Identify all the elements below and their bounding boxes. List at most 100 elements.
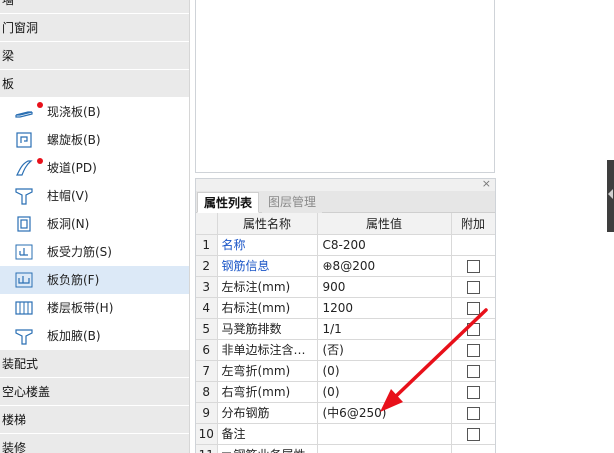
slab-rebar-icon <box>15 244 33 260</box>
tab-properties[interactable]: 属性列表 <box>197 192 260 213</box>
tree-item-column-cap[interactable]: 柱帽(V) <box>0 182 189 210</box>
slab-haunch-icon <box>15 329 33 345</box>
category-hollow-slab[interactable]: 空心楼盖 <box>0 378 189 406</box>
row-index: 10 <box>196 423 218 445</box>
property-rows: 1 名称 C8-200 2 钢筋信息 ⊕8@200 3 左标注(mm) 900 4 右标注(mm) 1… <box>196 234 495 453</box>
row-index: 8 <box>196 381 218 403</box>
category-beam[interactable]: 梁 <box>0 42 189 70</box>
table-row[interactable]: 6 非单边标注含… (否) <box>196 339 495 361</box>
property-panel: × 属性列表 图层管理 属性名称 属性值 附加 1 名称 C8-200 2 钢筋信息 ⊕8… <box>195 178 496 453</box>
table-row[interactable]: 7 左弯折(mm) (0) <box>196 360 495 382</box>
extra-cell <box>451 339 495 361</box>
category-prefab[interactable]: 装配式 <box>0 350 189 378</box>
tab-layers[interactable]: 图层管理 <box>262 192 323 213</box>
table-row[interactable]: 1 名称 C8-200 <box>196 234 495 256</box>
table-row[interactable]: 2 钢筋信息 ⊕8@200 <box>196 255 495 277</box>
table-row[interactable]: 8 右弯折(mm) (0) <box>196 381 495 403</box>
append-checkbox[interactable] <box>466 364 480 378</box>
tree-item-ramp[interactable]: 坡道(PD) <box>0 154 189 182</box>
property-name: 分布钢筋 <box>217 402 318 424</box>
cast-slab-icon <box>15 111 33 118</box>
row-index: 2 <box>196 255 218 277</box>
new-badge-dot <box>37 158 43 164</box>
tree-item-slab-hole[interactable]: 板洞(N) <box>0 210 189 238</box>
panel-tabs: 属性列表 图层管理 <box>196 191 495 213</box>
tree-item-slab-haunch[interactable]: 板加腋(B) <box>0 322 189 350</box>
column-cap-icon <box>15 188 33 205</box>
category-slab[interactable]: 板 <box>0 70 189 98</box>
table-header: 属性名称 属性值 附加 <box>196 213 495 235</box>
table-row[interactable]: 10 备注 <box>196 423 495 445</box>
append-checkbox[interactable] <box>466 280 480 294</box>
collapse-arrow-icon[interactable] <box>608 189 613 199</box>
property-name-label: 钢筋业务属性 <box>234 448 306 453</box>
header-value: 属性值 <box>317 213 452 235</box>
property-value[interactable]: (0) <box>317 381 452 403</box>
append-checkbox[interactable] <box>466 259 480 273</box>
row-index: 1 <box>196 234 218 256</box>
ramp-icon <box>16 160 33 176</box>
extra-cell <box>451 276 495 298</box>
append-checkbox[interactable] <box>466 406 480 420</box>
panel-titlebar: × <box>196 179 495 191</box>
extra-cell <box>451 423 495 445</box>
tree-item-slab-negative-rebar[interactable]: 板负筋(F) <box>0 266 189 294</box>
spiral-slab-icon <box>16 132 32 148</box>
table-row[interactable]: 11+钢筋业务属性 <box>196 444 495 453</box>
header-extra: 附加 <box>451 213 495 235</box>
property-table: 属性名称 属性值 附加 1 名称 C8-200 2 钢筋信息 ⊕8@200 3 左标注(mm)… <box>196 213 495 453</box>
category-door-window[interactable]: 门窗洞 <box>0 14 189 42</box>
category-decoration[interactable]: 装修 <box>0 434 189 453</box>
property-name: +钢筋业务属性 <box>217 444 318 453</box>
property-value[interactable]: (0) <box>317 360 452 382</box>
header-index <box>196 213 218 235</box>
extra-cell <box>451 255 495 277</box>
tree-item-spiral-slab[interactable]: 螺旋板(B) <box>0 126 189 154</box>
table-row[interactable]: 5 马凳筋排数 1/1 <box>196 318 495 340</box>
tree-item-slab-rebar[interactable]: 板受力筋(S) <box>0 238 189 266</box>
append-checkbox[interactable] <box>466 301 480 315</box>
property-value[interactable]: ⊕8@200 <box>317 255 452 277</box>
slab-hole-icon <box>17 216 31 232</box>
new-badge-dot <box>37 102 43 108</box>
property-name: 备注 <box>217 423 318 445</box>
close-icon[interactable]: × <box>482 179 491 191</box>
property-value[interactable]: 1200 <box>317 297 452 319</box>
row-index: 6 <box>196 339 218 361</box>
append-checkbox[interactable] <box>466 343 480 357</box>
component-tree: 墙 门窗洞 梁 板 现浇板(B) 螺旋板(B) 坡道(PD) 柱帽(V) 板洞(… <box>0 0 190 453</box>
property-value[interactable]: (中6@250) <box>317 402 452 424</box>
property-value[interactable] <box>317 423 452 445</box>
tree-item-floor-slab-strip[interactable]: 楼层板带(H) <box>0 294 189 322</box>
append-checkbox[interactable] <box>466 427 480 441</box>
append-checkbox[interactable] <box>466 322 480 336</box>
header-name: 属性名称 <box>217 213 318 235</box>
table-row[interactable]: 9 分布钢筋 (中6@250) <box>196 402 495 424</box>
property-value[interactable]: C8-200 <box>317 234 452 256</box>
extra-cell <box>451 297 495 319</box>
property-name: 左标注(mm) <box>217 276 318 298</box>
append-checkbox[interactable] <box>466 385 480 399</box>
table-row[interactable]: 4 右标注(mm) 1200 <box>196 297 495 319</box>
row-index: 7 <box>196 360 218 382</box>
property-value[interactable]: 1/1 <box>317 318 452 340</box>
property-value[interactable] <box>317 444 452 453</box>
slab-negative-rebar-icon <box>15 272 33 288</box>
row-index: 4 <box>196 297 218 319</box>
property-name: 非单边标注含… <box>217 339 318 361</box>
property-value[interactable]: (否) <box>317 339 452 361</box>
component-list-area <box>195 0 495 173</box>
extra-cell <box>451 381 495 403</box>
floor-slab-strip-icon <box>15 301 33 315</box>
property-name: 名称 <box>217 234 318 256</box>
tree-item-cast-slab[interactable]: 现浇板(B) <box>0 98 189 126</box>
property-value[interactable]: 900 <box>317 276 452 298</box>
extra-cell <box>451 234 495 256</box>
table-row[interactable]: 3 左标注(mm) 900 <box>196 276 495 298</box>
category-stairs[interactable]: 楼梯 <box>0 406 189 434</box>
category-wall[interactable]: 墙 <box>0 0 189 14</box>
row-index: 9 <box>196 402 218 424</box>
extra-cell <box>451 318 495 340</box>
extra-cell <box>451 444 495 453</box>
property-name: 右弯折(mm) <box>217 381 318 403</box>
